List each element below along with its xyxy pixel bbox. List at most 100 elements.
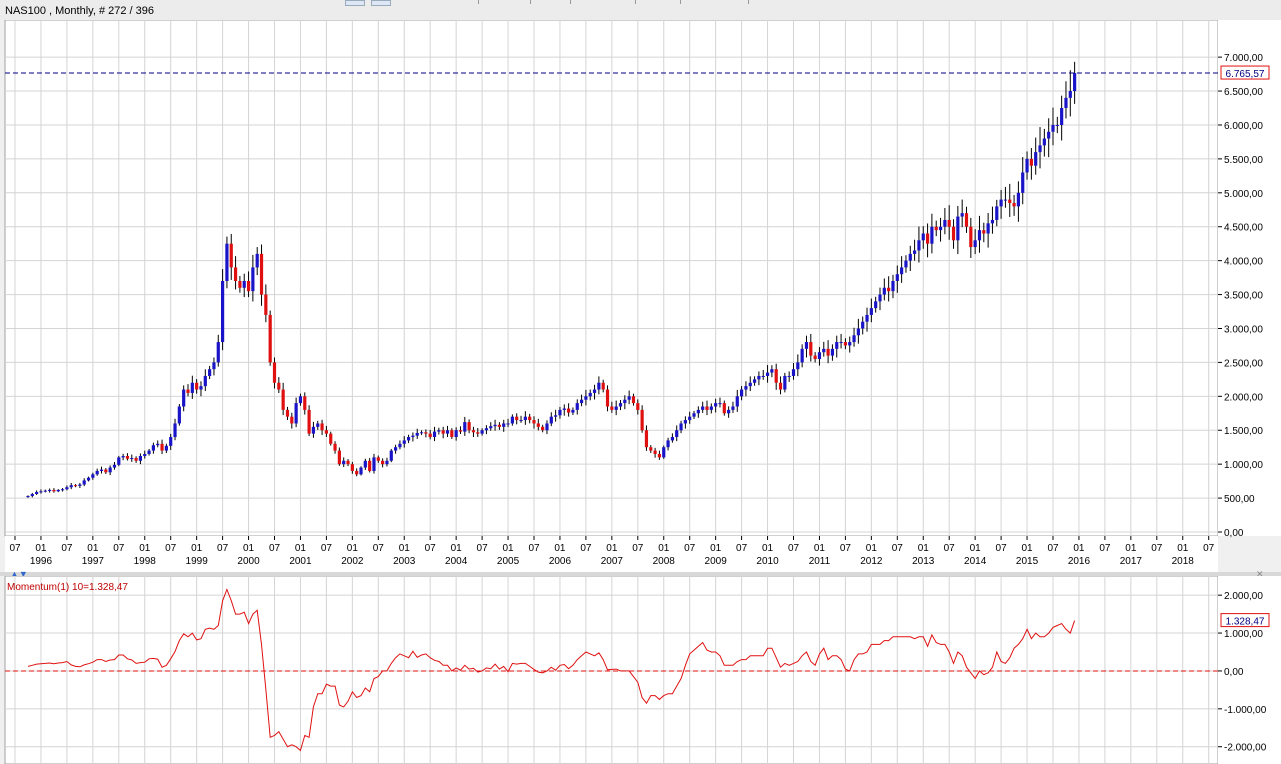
candle-body [177,406,181,424]
candle-body [190,382,194,393]
candle-body [709,406,713,410]
x-month-label: 07 [1099,543,1111,554]
candle [268,310,272,366]
candle-body [216,342,220,363]
candle-body [1025,158,1029,173]
candle-body [320,423,324,431]
candle-body [852,335,856,343]
toolbar-separator [680,0,681,4]
candle-body [869,308,873,315]
candle-body [489,426,493,429]
candle-body [528,416,532,421]
x-month-label: 07 [632,543,644,554]
candle-body [800,348,804,363]
candle-body [584,396,588,400]
candle-body [523,416,527,421]
y-tick-label: 4.000,00 [1224,257,1263,268]
x-month-label: 07 [528,543,540,554]
candle-body [631,396,636,404]
candle-body [913,250,917,254]
candle-body [277,382,281,390]
candle-body [108,467,112,473]
candle-body [666,440,670,448]
x-month-label: 01 [554,543,566,554]
x-month-label: 01 [451,543,463,554]
candle-body [268,314,272,363]
candle-body [813,355,817,360]
x-month-label: 01 [918,543,930,554]
candle-body [359,467,363,475]
candle-body [822,348,826,353]
candle-body [575,403,579,410]
candle-body [324,430,328,434]
x-month-label: 07 [684,543,696,554]
candle-body [714,403,718,407]
x-year-label: 2017 [1120,556,1143,567]
candle-body [804,342,809,349]
momentum-chart[interactable]: Momentum(1) 10=1.328,47 2.000,00 1.000,00… [0,576,1281,764]
candle-body [554,415,558,417]
candle-body [56,489,60,492]
candle-body [692,413,696,417]
candle-body [1055,124,1059,126]
candle-body [614,406,618,410]
candle-body [156,443,160,446]
candle [177,403,181,426]
toolbar-button[interactable] [371,0,391,6]
candle-body [1029,158,1033,166]
price-chart[interactable]: 7.000,00 6.500,00 6.000,00 5.500,00 5.000,00… [0,20,1281,576]
candle-body [519,420,523,422]
x-month-label: 07 [840,543,852,554]
candle-body [696,409,700,414]
candle-body [411,435,415,438]
x-month-label: 01 [139,543,151,554]
x-month-label: 01 [814,543,826,554]
x-year-label: 2002 [341,556,364,567]
candle-body [865,314,869,322]
candle-body [977,230,982,241]
candle-body [259,253,264,295]
candle-body [1008,199,1012,203]
candle-body [605,389,610,407]
candle-body [1047,131,1051,139]
candle-body [1064,97,1068,109]
candle-body [930,226,934,244]
x-month-label: 07 [1151,543,1163,554]
candle-body [938,226,943,231]
candle-body [627,396,631,400]
candle-body [78,484,82,486]
candle-body [212,362,216,370]
candle-body [376,457,380,461]
candle-body [1016,192,1020,207]
price-axis-ticks: 7.000,00 6.500,00 6.000,00 5.500,00 5.000,00… [1218,53,1263,539]
candle-body [346,460,350,465]
candle-body [960,213,964,217]
y-tick-label: 6.000,00 [1224,121,1263,132]
y-tick-label: 2.000,00 [1224,591,1263,602]
candle-body [458,430,463,432]
x-month-label: 01 [710,543,722,554]
y-tick-label: -2.000,00 [1224,743,1267,754]
candle-body [579,399,584,404]
x-month-label: 07 [996,543,1008,554]
candle-body [372,457,376,471]
candle-body [221,281,225,343]
candle-body [549,416,553,424]
candle-body [1021,172,1025,193]
x-month-label: 01 [658,543,670,554]
candle-body [233,267,238,281]
candle-body [333,443,337,451]
x-month-label: 07 [944,543,956,554]
candle-body [169,437,173,446]
candle-body [588,392,592,397]
candle-body [1012,202,1016,207]
x-year-label: 1999 [186,556,209,567]
candle-body [891,281,895,292]
candle-body [104,469,108,473]
candle-body [718,403,722,405]
toolbar-button[interactable] [345,0,365,6]
candle-body [86,477,91,481]
chart-title: NAS100 , Monthly, # 272 / 396 [5,5,154,17]
candle-body [740,389,744,397]
candle-body [173,423,177,438]
